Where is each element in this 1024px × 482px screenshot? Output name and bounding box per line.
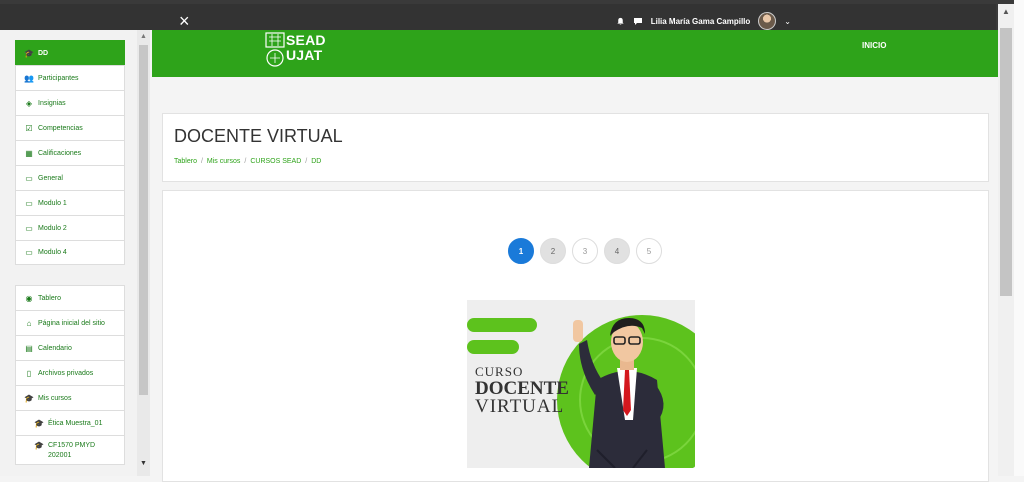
breadcrumb: Tablero / Mis cursos / CURSOS SEAD / DD: [174, 158, 321, 165]
check-square-icon: ☑: [25, 123, 33, 133]
folder-icon: ▭: [25, 173, 33, 183]
sidebar-scrollbar-thumb[interactable]: [139, 45, 148, 395]
page-5-button[interactable]: 5: [636, 238, 662, 264]
course-banner-image: CURSO DOCENTE VIRTUAL: [467, 300, 695, 468]
sidebar-item-label: Calificaciones: [38, 149, 82, 157]
banner-line-virtual: VIRTUAL: [475, 396, 565, 417]
sidebar-item-general[interactable]: ▭ General: [15, 165, 125, 190]
sidebar-item-cf1570[interactable]: 🎓 CF1570 PMYD 202001: [15, 435, 125, 465]
sidebar-item-tablero[interactable]: ◉ Tablero: [15, 285, 125, 310]
graduation-cap-icon: 🎓: [24, 393, 34, 403]
sidebar-item-label: Insignias: [38, 99, 66, 107]
dashboard-icon: ◉: [25, 293, 33, 303]
nav-drawer: 🎓 DD 👥 Participantes ◈ Insignias ☑ Competenc…: [0, 30, 150, 476]
sidebar-item-label: DD: [38, 49, 49, 57]
sidebar-item-label: Competencias: [38, 124, 83, 132]
site-nav-list: ◉ Tablero ⌂ Página inicial del sitio ▤ Cale…: [15, 285, 125, 465]
window-edge: [1014, 0, 1024, 476]
table-icon: ▦: [25, 148, 33, 158]
page-title: DOCENTE VIRTUAL: [174, 126, 343, 146]
calendar-icon: ▤: [25, 343, 33, 353]
breadcrumb-separator: /: [305, 158, 308, 165]
course-nav-list: 🎓 DD 👥 Participantes ◈ Insignias ☑ Competenc…: [15, 40, 125, 265]
sidebar-item-etica-muestra[interactable]: 🎓 Ética Muestra_01: [15, 410, 125, 435]
sidebar-item-insignias[interactable]: ◈ Insignias: [15, 90, 125, 115]
sidebar-item-label: Participantes: [38, 74, 79, 82]
logo-line-sead: SEAD: [286, 32, 326, 48]
folder-icon: ▭: [25, 248, 33, 257]
sidebar-item-mis-cursos[interactable]: 🎓 Mis cursos: [15, 385, 125, 410]
sidebar-item-label: Modulo 2: [38, 224, 67, 232]
sidebar-item-label: Página inicial del sitio: [38, 319, 105, 327]
notifications-bell-icon[interactable]: [616, 17, 625, 26]
page-3-button[interactable]: 3: [572, 238, 598, 264]
main-region: DOCENTE VIRTUAL Tablero / Mis cursos / C…: [152, 77, 998, 482]
logo-text: SEAD UJAT: [286, 33, 326, 63]
sidebar-item-modulo-2[interactable]: ▭ Modulo 2: [15, 215, 125, 240]
sidebar-item-label: Calendario: [38, 344, 72, 352]
sidebar-item-modulo-4[interactable]: ▭ Modulo 4: [15, 240, 125, 265]
scroll-down-arrow-icon[interactable]: ▼: [140, 460, 147, 467]
sidebar-item-label: Ética Muestra_01: [48, 419, 103, 427]
sidebar-item-competencias[interactable]: ☑ Competencias: [15, 115, 125, 140]
ujat-emblem-icon: [265, 32, 285, 67]
home-icon: ⌂: [26, 318, 32, 328]
sidebar-item-dd[interactable]: 🎓 DD: [15, 40, 125, 65]
sidebar-item-label: Modulo 4: [38, 249, 67, 256]
sidebar-item-label: Tablero: [38, 294, 61, 302]
sidebar-item-label: Mis cursos: [38, 394, 72, 402]
page-1-button[interactable]: 1: [508, 238, 534, 264]
sidebar-item-label: General: [38, 174, 63, 182]
breadcrumb-mis-cursos[interactable]: Mis cursos: [207, 158, 240, 165]
banner-text: CURSO DOCENTE VIRTUAL: [475, 364, 569, 416]
avatar[interactable]: [758, 12, 777, 30]
close-drawer-icon[interactable]: ×: [179, 12, 190, 30]
sidebar-item-label: Archivos privados: [38, 369, 94, 377]
sidebar-item-participantes[interactable]: 👥 Participantes: [15, 65, 125, 90]
sidebar-item-pagina-inicial[interactable]: ⌂ Página inicial del sitio: [15, 310, 125, 335]
breadcrumb-tablero[interactable]: Tablero: [174, 158, 197, 165]
logo-line-ujat: UJAT: [286, 47, 323, 63]
users-icon: 👥: [24, 73, 34, 83]
nav-inicio-link[interactable]: INICIO: [862, 41, 886, 50]
breadcrumb-dd[interactable]: DD: [311, 158, 321, 165]
course-content-card: 1 2 3 4 5 CURSO DOCENTE VIRTUAL: [162, 190, 989, 482]
user-name[interactable]: Lilia María Gama Campillo: [651, 17, 751, 26]
sidebar-item-calificaciones[interactable]: ▦ Calificaciones: [15, 140, 125, 165]
messages-chat-icon[interactable]: [633, 17, 643, 26]
graduation-cap-icon: 🎓: [34, 441, 44, 450]
page-header-card: DOCENTE VIRTUAL Tablero / Mis cursos / C…: [162, 113, 989, 182]
site-header: SEAD UJAT INICIO: [152, 30, 998, 77]
sidebar-item-calendario[interactable]: ▤ Calendario: [15, 335, 125, 360]
breadcrumb-separator: /: [244, 158, 247, 165]
page-2-button[interactable]: 2: [540, 238, 566, 264]
page-scrollbar[interactable]: ▲: [998, 4, 1014, 476]
sidebar-item-label: Modulo 1: [38, 199, 67, 207]
file-icon: ▯: [26, 368, 32, 378]
sead-ujat-logo[interactable]: SEAD UJAT: [264, 30, 334, 68]
page-scrollbar-thumb[interactable]: [1000, 28, 1012, 296]
sidebar-item-archivos-privados[interactable]: ▯ Archivos privados: [15, 360, 125, 385]
scroll-up-arrow-icon[interactable]: ▲: [1002, 7, 1010, 16]
sidebar-scrollbar[interactable]: ▲ ▼: [137, 30, 150, 476]
folder-icon: ▭: [25, 198, 33, 208]
navbar: × Lilia María Gama Campillo ⌄: [0, 4, 996, 30]
page-4-button[interactable]: 4: [604, 238, 630, 264]
folder-icon: ▭: [25, 223, 33, 233]
scroll-up-arrow-icon[interactable]: ▲: [140, 33, 147, 40]
shield-icon: ◈: [25, 98, 33, 108]
breadcrumb-separator: /: [200, 158, 203, 165]
graduation-cap-icon: 🎓: [34, 418, 44, 428]
user-menu-area: Lilia María Gama Campillo ⌄: [616, 12, 791, 30]
section-pagination: 1 2 3 4 5: [508, 238, 662, 264]
breadcrumb-cursos-sead[interactable]: CURSOS SEAD: [250, 158, 301, 165]
graduation-cap-icon: 🎓: [24, 48, 34, 58]
top-bar: × Lilia María Gama Campillo ⌄: [0, 0, 1024, 30]
sidebar-item-modulo-1[interactable]: ▭ Modulo 1: [15, 190, 125, 215]
chevron-down-icon[interactable]: ⌄: [784, 17, 791, 26]
sidebar-item-label: CF1570 PMYD 202001: [48, 442, 96, 459]
